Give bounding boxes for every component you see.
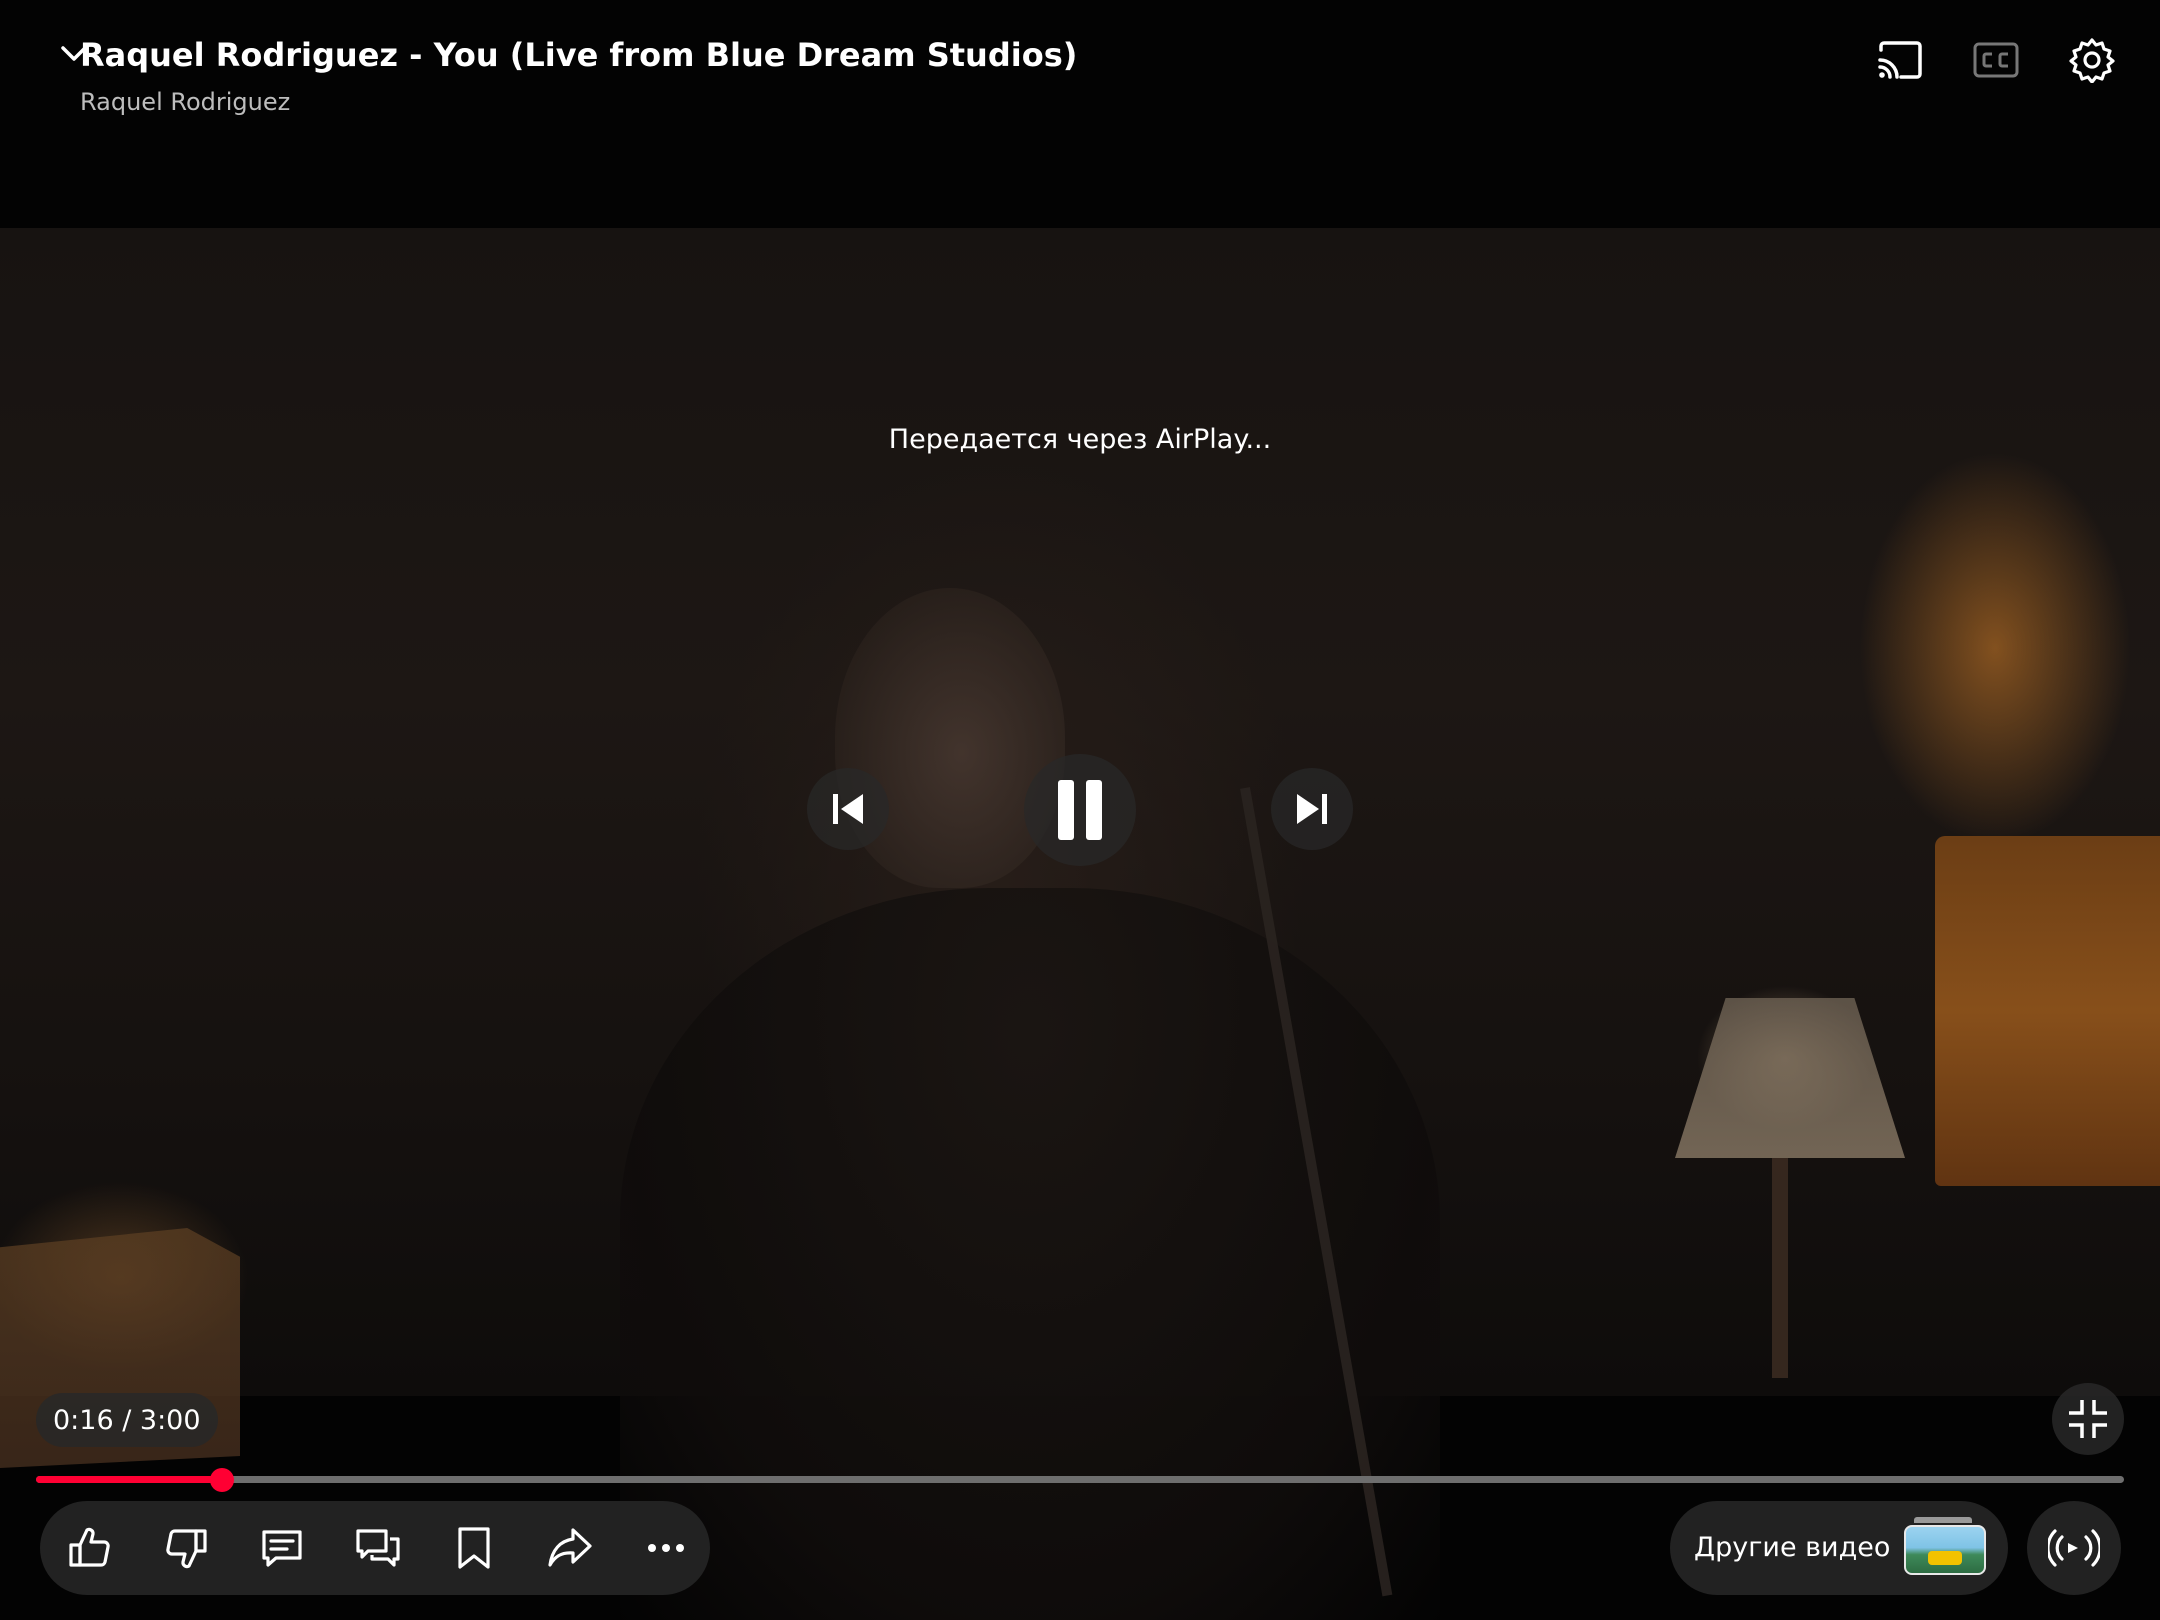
- live-chat-icon: [356, 1529, 400, 1567]
- save-button[interactable]: [426, 1501, 522, 1595]
- thumbnail-stack-edge: [1914, 1517, 1972, 1523]
- like-icon: [69, 1527, 110, 1567]
- share-icon: [548, 1528, 592, 1567]
- settings-icon: [2069, 38, 2115, 83]
- more-videos-thumbnail: [1904, 1525, 1986, 1575]
- more-icon: [648, 1544, 684, 1552]
- airplay-status: Передается через AirPlay...: [888, 424, 1272, 455]
- save-icon: [458, 1527, 490, 1569]
- exit-fullscreen-icon: [2069, 1400, 2107, 1438]
- comments-icon: [262, 1530, 302, 1567]
- video-scene-lamp: [1935, 836, 2160, 1186]
- dislike-icon: [166, 1529, 207, 1569]
- thumbnail-car: [1928, 1551, 1962, 1565]
- more-button[interactable]: [618, 1501, 714, 1595]
- next-icon: [1297, 794, 1327, 824]
- settings-button[interactable]: [2067, 35, 2117, 85]
- exit-fullscreen-button[interactable]: [2052, 1383, 2124, 1455]
- live-chat-button[interactable]: [330, 1501, 426, 1595]
- video-title: Raquel Rodriguez - You (Live from Blue D…: [80, 36, 1078, 74]
- pause-icon: [1058, 780, 1102, 840]
- progress-played: [36, 1476, 222, 1483]
- progress-scrubber[interactable]: [209, 1468, 234, 1492]
- cast-icon: [1878, 41, 1922, 79]
- broadcast-button[interactable]: [2027, 1501, 2121, 1595]
- dislike-button[interactable]: [138, 1501, 234, 1595]
- more-videos-label: Другие видео: [1694, 1532, 1891, 1563]
- action-bar: [40, 1501, 710, 1595]
- pause-button[interactable]: [1024, 754, 1136, 866]
- more-videos-button[interactable]: Другие видео: [1670, 1501, 2008, 1595]
- captions-button[interactable]: [1971, 35, 2021, 85]
- progress-bar[interactable]: [36, 1468, 2124, 1492]
- previous-button[interactable]: [807, 768, 889, 850]
- like-button[interactable]: [42, 1501, 138, 1595]
- captions-icon: [1973, 42, 2019, 78]
- top-bar: Raquel Rodriguez - You (Live from Blue D…: [0, 0, 2160, 228]
- previous-icon: [833, 794, 863, 824]
- share-button[interactable]: [522, 1501, 618, 1595]
- cast-button[interactable]: [1875, 35, 1925, 85]
- channel-name[interactable]: Raquel Rodriguez: [80, 88, 290, 116]
- comments-button[interactable]: [234, 1501, 330, 1595]
- player-screen: Raquel Rodriguez - You (Live from Blue D…: [0, 0, 2160, 1620]
- video-scene-lamp-stem: [1772, 1158, 1788, 1378]
- video-scene-lampshade: [1675, 998, 1905, 1158]
- time-display: 0:16 / 3:00: [36, 1393, 218, 1447]
- video-scene-singer-body: [620, 888, 1440, 1620]
- broadcast-icon: [2048, 1529, 2100, 1567]
- next-button[interactable]: [1271, 768, 1353, 850]
